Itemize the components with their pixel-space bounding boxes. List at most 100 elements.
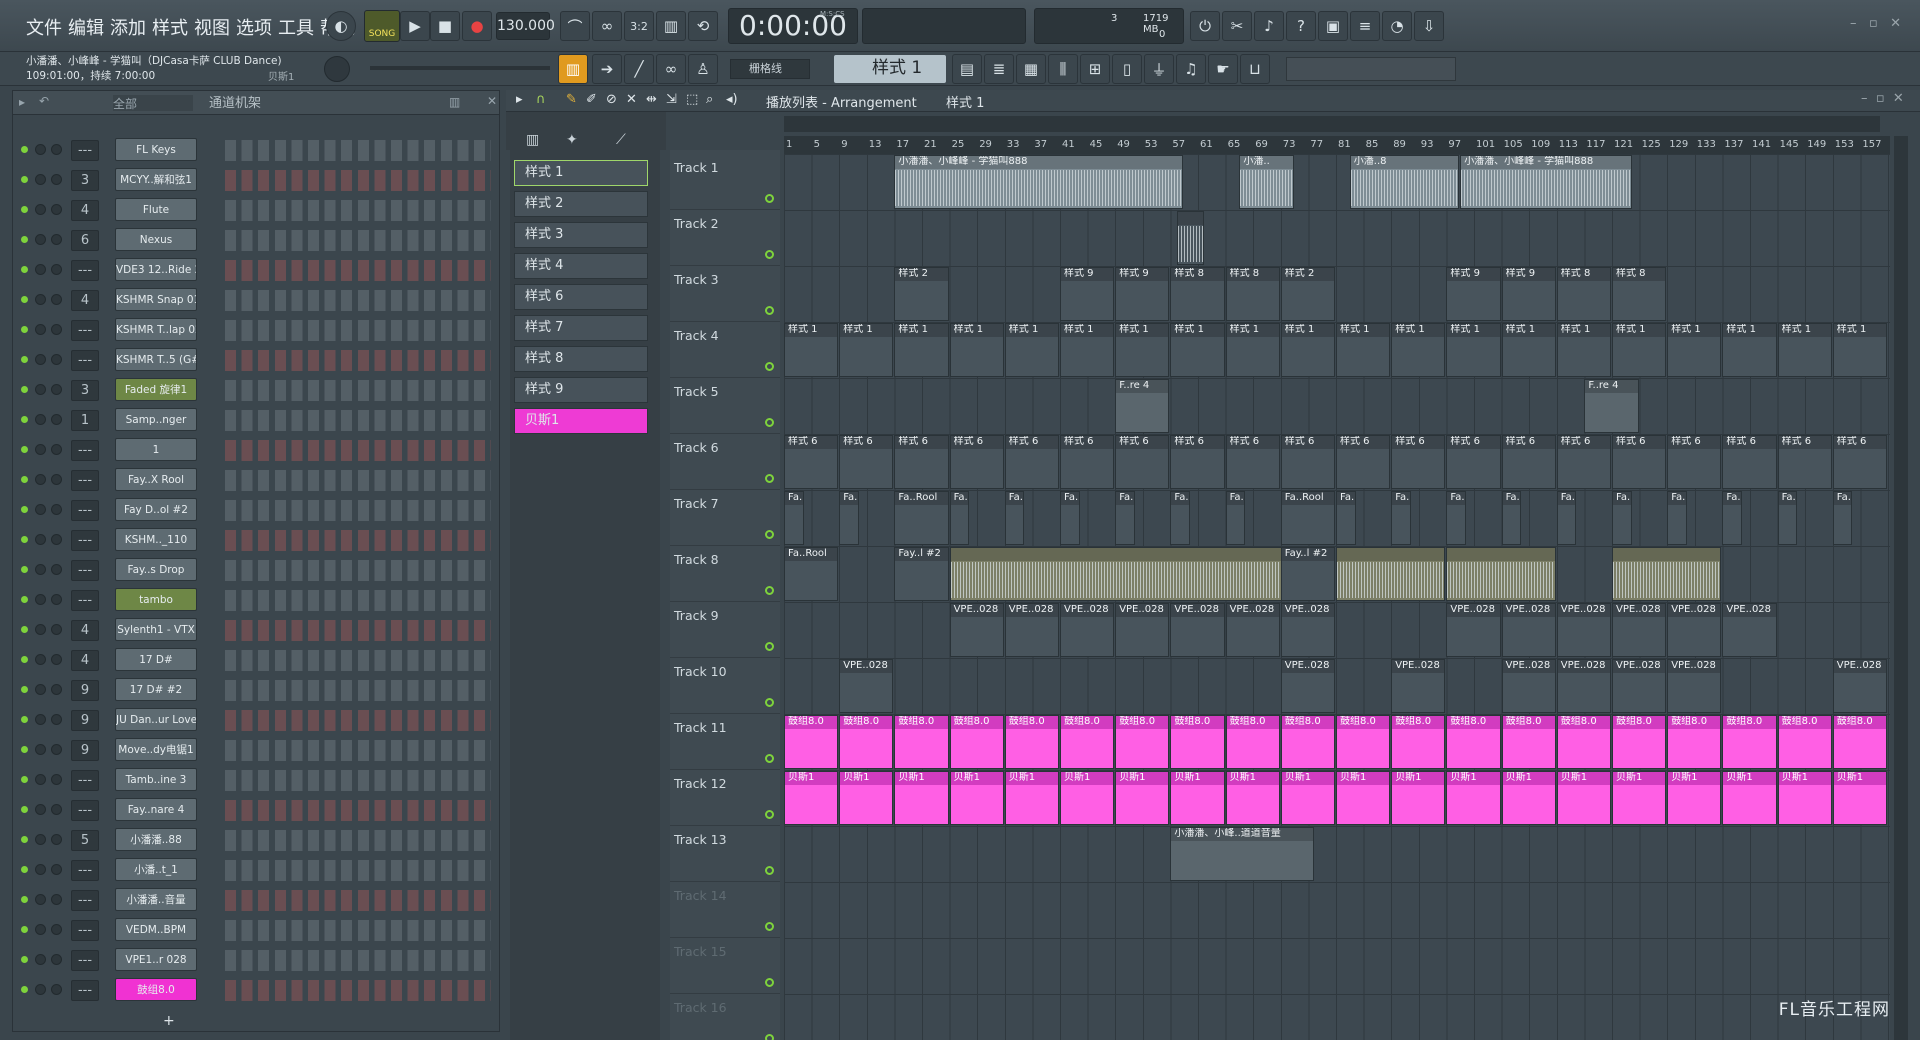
track-enable-icon[interactable] [765, 642, 774, 651]
channel-name-button[interactable]: VDE3 12..Ride 2 [115, 258, 197, 281]
playlist-clip[interactable]: 贝斯1 [1280, 771, 1335, 825]
menu-add[interactable]: 添加 [110, 14, 146, 39]
playlist-clip[interactable]: 样式 1 [1004, 323, 1059, 377]
playlist-clip[interactable]: 样式 8 [1170, 267, 1225, 321]
playlist-clip[interactable]: Fa..Rool [1170, 491, 1191, 545]
help-icon[interactable]: ? [1286, 11, 1316, 41]
mixer-track-number[interactable]: --- [71, 980, 99, 1001]
step-buttons[interactable] [225, 230, 491, 251]
channel-rack-icon[interactable]: ≣ [984, 54, 1014, 84]
mixer-track-number[interactable]: 4 [71, 200, 99, 221]
track-header[interactable]: Track 8 [670, 546, 780, 602]
mixer-track-number[interactable]: 3 [71, 380, 99, 401]
plugin-icon[interactable]: ≡ [1350, 11, 1380, 41]
pattern-selector[interactable]: 样式 1 [834, 55, 946, 83]
track-enable-icon[interactable] [765, 698, 774, 707]
playlist-clip[interactable]: 样式 6 [839, 435, 894, 489]
channel-led[interactable] [21, 506, 28, 513]
playlist-clip[interactable]: 样式 6 [1777, 435, 1832, 489]
step-buttons[interactable] [225, 530, 491, 551]
chat-icon[interactable]: ◔ [1382, 11, 1412, 41]
pan-knob[interactable] [35, 504, 46, 515]
playlist-clip[interactable]: 鼓组8.0 [1004, 715, 1059, 769]
channel-row[interactable]: --- tambo [13, 585, 491, 615]
step-buttons[interactable] [225, 770, 491, 791]
channel-row[interactable]: --- 小潘..t_1 [13, 855, 491, 885]
pan-knob[interactable] [35, 594, 46, 605]
playlist-clip[interactable]: 样式 1 [949, 323, 1004, 377]
volume-knob[interactable] [51, 924, 62, 935]
playlist-clip[interactable]: 样式 6 [1556, 435, 1611, 489]
step-buttons[interactable] [225, 440, 491, 461]
playlist-clip[interactable]: 样式 2 [894, 267, 949, 321]
track-header[interactable]: Track 1 [670, 154, 780, 210]
volume-knob[interactable] [51, 324, 62, 335]
delete-icon[interactable]: ⊘ [606, 92, 617, 107]
mixer-icon[interactable]: ⫼ [1048, 54, 1078, 84]
step-buttons[interactable] [225, 320, 491, 341]
channel-led[interactable] [21, 296, 28, 303]
playlist-clip[interactable]: Fa..Rool [1280, 491, 1335, 545]
channel-led[interactable] [21, 566, 28, 573]
step-buttons[interactable] [225, 500, 491, 521]
track-enable-icon[interactable] [765, 978, 774, 987]
step-buttons[interactable] [225, 350, 491, 371]
playlist-clip[interactable]: 鼓组8.0 [1556, 715, 1611, 769]
playlist-clip[interactable]: 贝斯1 [1004, 771, 1059, 825]
mixer-track-number[interactable]: 4 [71, 620, 99, 641]
volume-knob[interactable] [51, 954, 62, 965]
playlist-clip[interactable]: 样式 6 [784, 435, 839, 489]
channel-row[interactable]: 3 MCYY..解和弦1 [13, 165, 491, 195]
playlist-clip[interactable]: 贝斯1 [1115, 771, 1170, 825]
pan-knob[interactable] [35, 534, 46, 545]
channel-name-button[interactable]: Sylenth1 - VTX [115, 618, 197, 641]
horizontal-scrollbar[interactable] [784, 116, 1880, 132]
mixer-track-number[interactable]: --- [71, 590, 99, 611]
volume-knob[interactable] [51, 714, 62, 725]
track-enable-icon[interactable] [765, 474, 774, 483]
mixer-track-number[interactable]: --- [71, 950, 99, 971]
pattern-item[interactable]: 贝斯1 [514, 408, 648, 434]
channel-row[interactable]: 4 KSHMR Snap 01 [13, 285, 491, 315]
mixer-track-number[interactable]: --- [71, 560, 99, 581]
tempo-display[interactable]: 130.000 [496, 12, 555, 40]
metronome-icon[interactable]: ⌒ [560, 11, 590, 41]
loop-record-icon[interactable]: ⟲ [688, 11, 718, 41]
channel-name-button[interactable]: VEDM..BPM [115, 918, 197, 941]
playlist-clip[interactable]: 鼓组8.0 [1280, 715, 1335, 769]
mixer-track-number[interactable]: --- [71, 500, 99, 521]
track-header[interactable]: Track 13 [670, 826, 780, 882]
playlist-clip[interactable]: 样式 6 [1170, 435, 1225, 489]
playlist-clip[interactable]: 样式 8 [1612, 267, 1667, 321]
volume-knob[interactable] [51, 774, 62, 785]
volume-knob[interactable] [51, 864, 62, 875]
playlist-clip[interactable]: Fa..Rool [784, 547, 839, 601]
save-icon[interactable]: ▣ [1318, 11, 1348, 41]
mixer-track-number[interactable]: --- [71, 800, 99, 821]
volume-knob[interactable] [51, 624, 62, 635]
step-buttons[interactable] [225, 410, 491, 431]
playlist-clip[interactable]: 鼓组8.0 [1612, 715, 1667, 769]
playlist-clip[interactable]: 鼓组8.0 [839, 715, 894, 769]
playlist-clip[interactable]: 样式 6 [1612, 435, 1667, 489]
volume-knob[interactable] [51, 144, 62, 155]
playlist-clip[interactable]: 鼓组8.0 [1391, 715, 1446, 769]
playlist-clip[interactable]: VPE..028 [1612, 603, 1667, 657]
pitch-knob[interactable] [324, 56, 350, 82]
mixer-track-number[interactable]: --- [71, 890, 99, 911]
step-buttons[interactable] [225, 260, 491, 281]
cart-icon[interactable]: ⊔ [1240, 54, 1270, 84]
track-enable-icon[interactable] [765, 922, 774, 931]
pan-knob[interactable] [35, 354, 46, 365]
rack-graph-icon[interactable]: ▥ [449, 95, 460, 109]
pan-knob[interactable] [35, 264, 46, 275]
playlist-clip[interactable]: Fa..Rool [1832, 491, 1853, 545]
playlist-clip[interactable] [1446, 547, 1556, 601]
channel-led[interactable] [21, 956, 28, 963]
mixer-track-number[interactable]: --- [71, 260, 99, 281]
playlist-clip[interactable]: 样式 8 [1225, 267, 1280, 321]
volume-knob[interactable] [51, 804, 62, 815]
channel-led[interactable] [21, 176, 28, 183]
channel-led[interactable] [21, 446, 28, 453]
playlist-clip[interactable]: 鼓组8.0 [784, 715, 839, 769]
